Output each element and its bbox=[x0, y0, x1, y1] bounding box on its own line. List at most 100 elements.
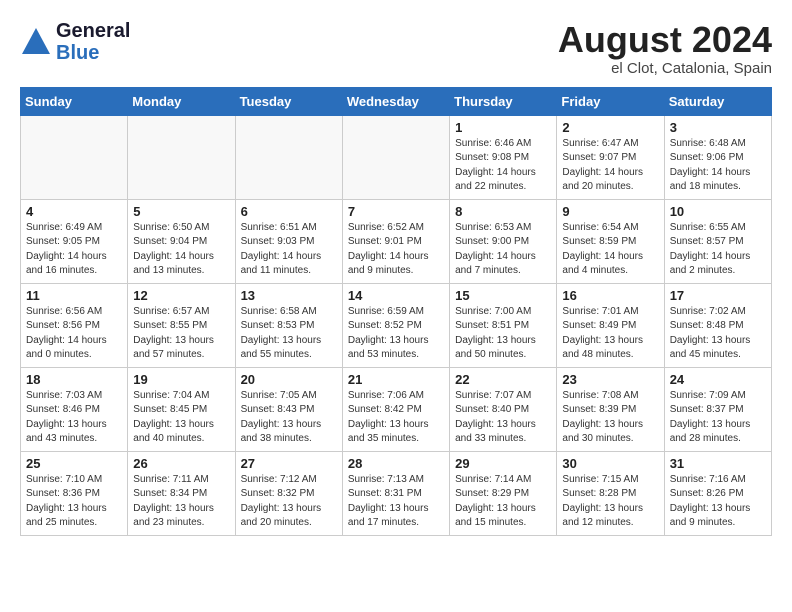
calendar-week-5: 25 Sunrise: 7:10 AM Sunset: 8:36 PM Dayli… bbox=[21, 451, 772, 535]
day-info: Sunrise: 6:53 AM Sunset: 9:00 PM Dayligh… bbox=[455, 221, 551, 279]
day-info: Sunrise: 7:05 AM Sunset: 8:43 PM Dayligh… bbox=[241, 389, 337, 447]
day-number: 12 bbox=[133, 288, 229, 303]
day-number: 5 bbox=[133, 204, 229, 219]
day-number: 17 bbox=[670, 288, 766, 303]
day-info: Sunrise: 6:47 AM Sunset: 9:07 PM Dayligh… bbox=[562, 137, 658, 195]
day-info: Sunrise: 6:58 AM Sunset: 8:53 PM Dayligh… bbox=[241, 305, 337, 363]
calendar-cell: 2 Sunrise: 6:47 AM Sunset: 9:07 PM Daylig… bbox=[557, 115, 664, 199]
day-number: 30 bbox=[562, 456, 658, 471]
day-info: Sunrise: 7:02 AM Sunset: 8:48 PM Dayligh… bbox=[670, 305, 766, 363]
weekday-header-tuesday: Tuesday bbox=[235, 87, 342, 115]
calendar-cell: 8Sunrise: 6:53 AM Sunset: 9:00 PM Daylig… bbox=[450, 199, 557, 283]
day-info: Sunrise: 7:12 AM Sunset: 8:32 PM Dayligh… bbox=[241, 473, 337, 531]
calendar-cell bbox=[128, 115, 235, 199]
day-info: Sunrise: 7:03 AM Sunset: 8:46 PM Dayligh… bbox=[26, 389, 122, 447]
day-info: Sunrise: 7:08 AM Sunset: 8:39 PM Dayligh… bbox=[562, 389, 658, 447]
day-number: 10 bbox=[670, 204, 766, 219]
calendar-cell: 29 Sunrise: 7:14 AM Sunset: 8:29 PM Dayli… bbox=[450, 451, 557, 535]
calendar-cell: 11 Sunrise: 6:56 AM Sunset: 8:56 PM Dayli… bbox=[21, 283, 128, 367]
day-number: 7 bbox=[348, 204, 444, 219]
day-number: 31 bbox=[670, 456, 766, 471]
logo-blue: Blue bbox=[56, 42, 130, 64]
weekday-header-saturday: Saturday bbox=[664, 87, 771, 115]
logo: General Blue bbox=[20, 20, 130, 64]
day-info: Sunrise: 7:06 AM Sunset: 8:42 PM Dayligh… bbox=[348, 389, 444, 447]
day-number: 27 bbox=[241, 456, 337, 471]
day-number: 29 bbox=[455, 456, 551, 471]
weekday-header-friday: Friday bbox=[557, 87, 664, 115]
calendar-cell: 6 Sunrise: 6:51 AM Sunset: 9:03 PM Daylig… bbox=[235, 199, 342, 283]
day-number: 22 bbox=[455, 372, 551, 387]
day-info: Sunrise: 7:09 AM Sunset: 8:37 PM Dayligh… bbox=[670, 389, 766, 447]
day-number: 25 bbox=[26, 456, 122, 471]
day-number: 14 bbox=[348, 288, 444, 303]
day-info: Sunrise: 7:13 AM Sunset: 8:31 PM Dayligh… bbox=[348, 473, 444, 531]
day-number: 11 bbox=[26, 288, 122, 303]
calendar-cell: 7 Sunrise: 6:52 AM Sunset: 9:01 PM Daylig… bbox=[342, 199, 449, 283]
title-block: August 2024 el Clot, Catalonia, Spain bbox=[558, 20, 772, 77]
day-info: Sunrise: 7:16 AM Sunset: 8:26 PM Dayligh… bbox=[670, 473, 766, 531]
day-info: Sunrise: 6:52 AM Sunset: 9:01 PM Dayligh… bbox=[348, 221, 444, 279]
day-info: Sunrise: 6:57 AM Sunset: 8:55 PM Dayligh… bbox=[133, 305, 229, 363]
day-info: Sunrise: 6:55 AM Sunset: 8:57 PM Dayligh… bbox=[670, 221, 766, 279]
day-number: 9 bbox=[562, 204, 658, 219]
day-info: Sunrise: 7:07 AM Sunset: 8:40 PM Dayligh… bbox=[455, 389, 551, 447]
day-info: Sunrise: 6:48 AM Sunset: 9:06 PM Dayligh… bbox=[670, 137, 766, 195]
calendar-cell: 14 Sunrise: 6:59 AM Sunset: 8:52 PM Dayli… bbox=[342, 283, 449, 367]
day-number: 28 bbox=[348, 456, 444, 471]
day-info: Sunrise: 6:46 AM Sunset: 9:08 PM Dayligh… bbox=[455, 137, 551, 195]
day-number: 23 bbox=[562, 372, 658, 387]
day-number: 6 bbox=[241, 204, 337, 219]
calendar-cell: 1 Sunrise: 6:46 AM Sunset: 9:08 PM Daylig… bbox=[450, 115, 557, 199]
day-info: Sunrise: 6:56 AM Sunset: 8:56 PM Dayligh… bbox=[26, 305, 122, 363]
day-info: Sunrise: 6:51 AM Sunset: 9:03 PM Dayligh… bbox=[241, 221, 337, 279]
day-number: 21 bbox=[348, 372, 444, 387]
calendar-cell: 20 Sunrise: 7:05 AM Sunset: 8:43 PM Dayli… bbox=[235, 367, 342, 451]
calendar-cell: 27 Sunrise: 7:12 AM Sunset: 8:32 PM Dayli… bbox=[235, 451, 342, 535]
day-number: 2 bbox=[562, 120, 658, 135]
day-info: Sunrise: 7:10 AM Sunset: 8:36 PM Dayligh… bbox=[26, 473, 122, 531]
location-subtitle: el Clot, Catalonia, Spain bbox=[558, 60, 772, 77]
day-info: Sunrise: 7:14 AM Sunset: 8:29 PM Dayligh… bbox=[455, 473, 551, 531]
calendar-cell: 12 Sunrise: 6:57 AM Sunset: 8:55 PM Dayli… bbox=[128, 283, 235, 367]
day-number: 16 bbox=[562, 288, 658, 303]
calendar-cell: 28 Sunrise: 7:13 AM Sunset: 8:31 PM Dayli… bbox=[342, 451, 449, 535]
calendar-cell bbox=[21, 115, 128, 199]
calendar-week-4: 18 Sunrise: 7:03 AM Sunset: 8:46 PM Dayli… bbox=[21, 367, 772, 451]
day-info: Sunrise: 6:49 AM Sunset: 9:05 PM Dayligh… bbox=[26, 221, 122, 279]
calendar-cell: 31 Sunrise: 7:16 AM Sunset: 8:26 PM Dayli… bbox=[664, 451, 771, 535]
day-info: Sunrise: 7:04 AM Sunset: 8:45 PM Dayligh… bbox=[133, 389, 229, 447]
day-number: 1 bbox=[455, 120, 551, 135]
day-info: Sunrise: 6:59 AM Sunset: 8:52 PM Dayligh… bbox=[348, 305, 444, 363]
calendar-cell: 15 Sunrise: 7:00 AM Sunset: 8:51 PM Dayli… bbox=[450, 283, 557, 367]
logo-icon bbox=[20, 26, 52, 58]
day-number: 20 bbox=[241, 372, 337, 387]
calendar-cell: 9 Sunrise: 6:54 AM Sunset: 8:59 PM Daylig… bbox=[557, 199, 664, 283]
calendar-header-row: SundayMondayTuesdayWednesdayThursdayFrid… bbox=[21, 87, 772, 115]
calendar-cell: 23 Sunrise: 7:08 AM Sunset: 8:39 PM Dayli… bbox=[557, 367, 664, 451]
calendar-cell: 26Sunrise: 7:11 AM Sunset: 8:34 PM Dayli… bbox=[128, 451, 235, 535]
calendar-cell bbox=[235, 115, 342, 199]
calendar-cell: 24Sunrise: 7:09 AM Sunset: 8:37 PM Dayli… bbox=[664, 367, 771, 451]
calendar-cell: 30Sunrise: 7:15 AM Sunset: 8:28 PM Dayli… bbox=[557, 451, 664, 535]
day-info: Sunrise: 6:54 AM Sunset: 8:59 PM Dayligh… bbox=[562, 221, 658, 279]
day-number: 15 bbox=[455, 288, 551, 303]
calendar-cell: 17 Sunrise: 7:02 AM Sunset: 8:48 PM Dayli… bbox=[664, 283, 771, 367]
calendar-week-3: 11 Sunrise: 6:56 AM Sunset: 8:56 PM Dayli… bbox=[21, 283, 772, 367]
logo-text: General Blue bbox=[56, 20, 130, 64]
day-number: 18 bbox=[26, 372, 122, 387]
weekday-header-sunday: Sunday bbox=[21, 87, 128, 115]
calendar-cell bbox=[342, 115, 449, 199]
page-header: General Blue August 2024 el Clot, Catalo… bbox=[20, 20, 772, 77]
day-number: 26 bbox=[133, 456, 229, 471]
day-info: Sunrise: 6:50 AM Sunset: 9:04 PM Dayligh… bbox=[133, 221, 229, 279]
weekday-header-monday: Monday bbox=[128, 87, 235, 115]
calendar-table: SundayMondayTuesdayWednesdayThursdayFrid… bbox=[20, 87, 772, 536]
calendar-cell: 10 Sunrise: 6:55 AM Sunset: 8:57 PM Dayli… bbox=[664, 199, 771, 283]
month-year-title: August 2024 bbox=[558, 20, 772, 60]
day-info: Sunrise: 7:00 AM Sunset: 8:51 PM Dayligh… bbox=[455, 305, 551, 363]
calendar-cell: 22 Sunrise: 7:07 AM Sunset: 8:40 PM Dayli… bbox=[450, 367, 557, 451]
day-number: 19 bbox=[133, 372, 229, 387]
calendar-cell: 3 Sunrise: 6:48 AM Sunset: 9:06 PM Daylig… bbox=[664, 115, 771, 199]
day-number: 3 bbox=[670, 120, 766, 135]
